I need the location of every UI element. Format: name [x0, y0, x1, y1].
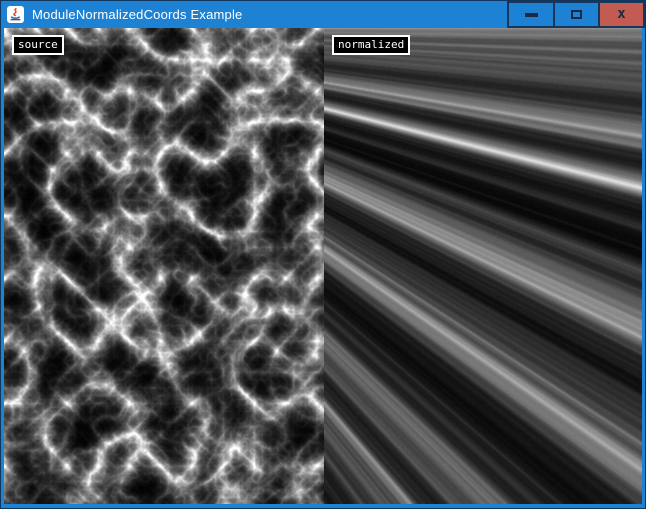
window-title: ModuleNormalizedCoords Example [32, 7, 242, 22]
java-coffee-cup-icon [9, 8, 22, 21]
close-button[interactable]: x [598, 1, 645, 28]
java-app-icon [7, 6, 24, 23]
source-panel: source [4, 28, 324, 504]
normalized-image [324, 28, 642, 504]
maximize-icon [571, 10, 582, 19]
app-window: ModuleNormalizedCoords Example x source … [0, 0, 646, 509]
minimize-button[interactable] [507, 1, 555, 28]
maximize-button[interactable] [553, 1, 600, 28]
content-area: source normalized [4, 28, 642, 504]
normalized-label: normalized [332, 35, 410, 55]
window-controls: x [507, 1, 645, 28]
close-icon: x [617, 7, 625, 21]
minimize-icon [525, 13, 538, 17]
source-label: source [12, 35, 64, 55]
source-image [4, 28, 324, 504]
titlebar[interactable]: ModuleNormalizedCoords Example x [1, 1, 645, 28]
normalized-panel: normalized [324, 28, 642, 504]
